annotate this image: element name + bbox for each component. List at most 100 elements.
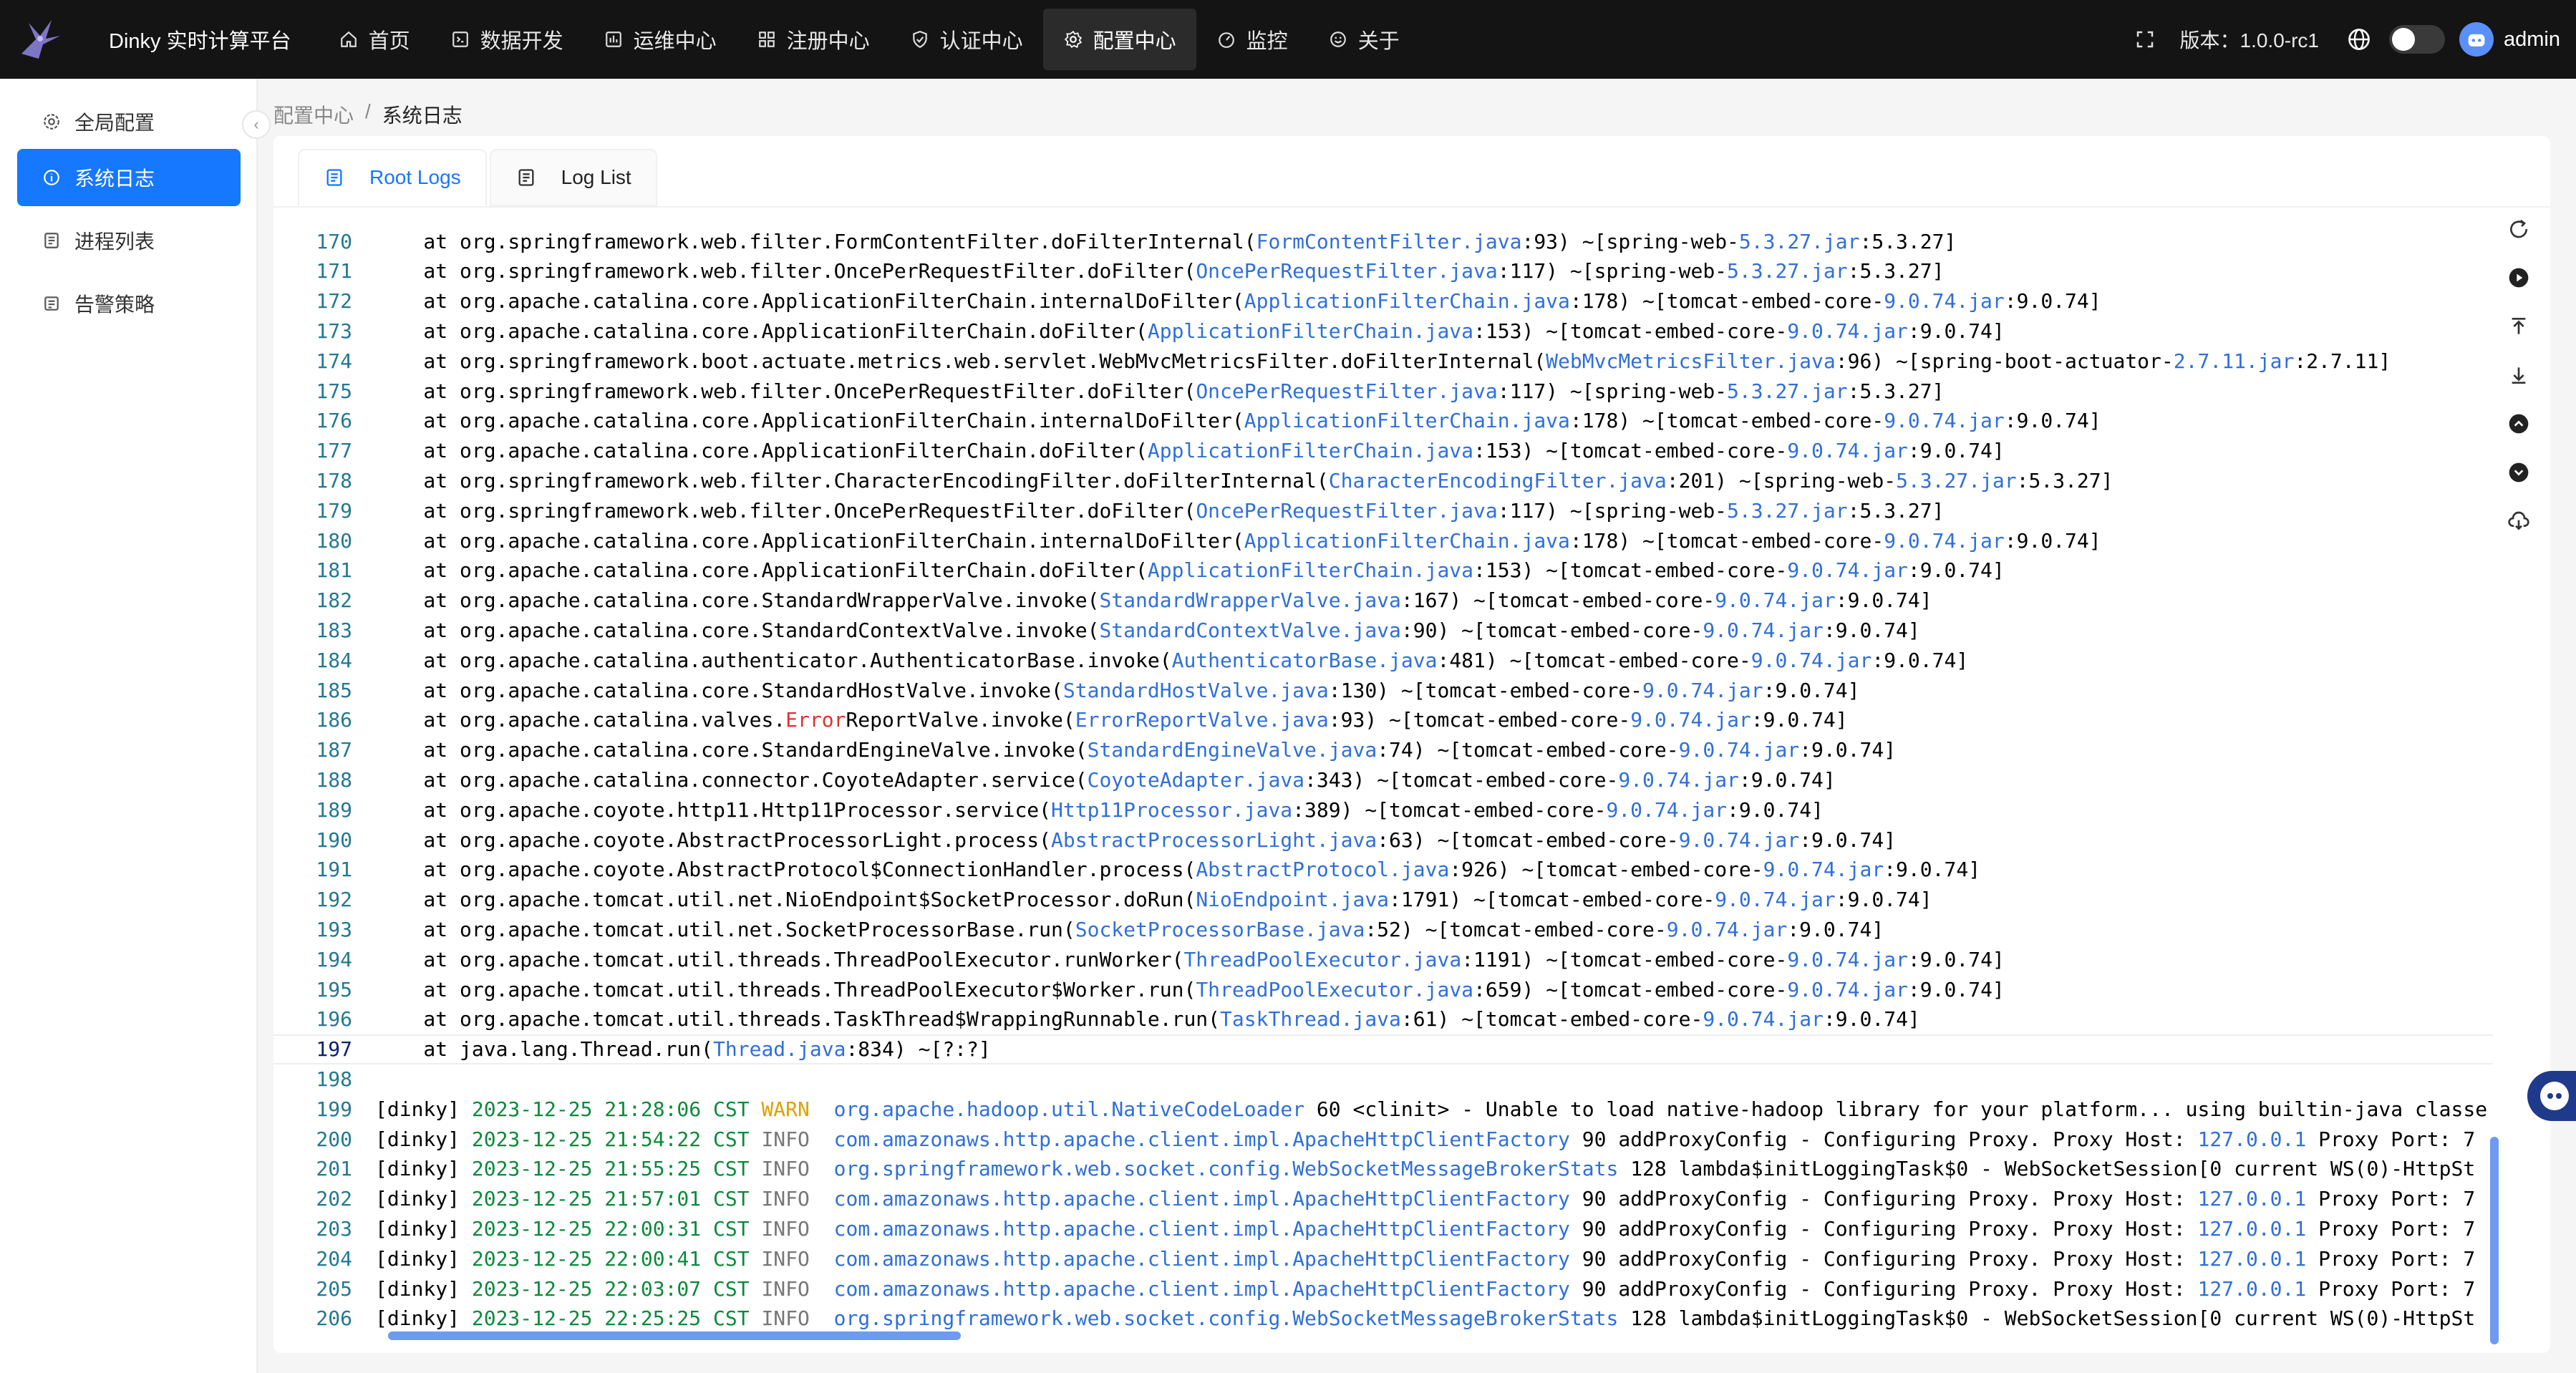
line-content: [dinky] 2023-12-25 21:57:01 CST INFO com… xyxy=(375,1187,2475,1211)
stack-frame-text: at org.apache.catalina.authenticator.Aut… xyxy=(375,648,1172,672)
stack-frame-text: at org.springframework.web.filter.OncePe… xyxy=(375,259,1196,283)
stack-frame-text: :63) ~[tomcat-embed-core- xyxy=(1377,828,1679,852)
stack-frame-text: at org.apache.catalina.connector.CoyoteA… xyxy=(375,767,1088,792)
stack-frame-text: :52) ~[tomcat-embed-core- xyxy=(1365,917,1667,941)
breadcrumb-parent[interactable]: 配置中心 xyxy=(273,100,354,129)
line-number: 174 xyxy=(316,349,352,373)
line-content: at org.apache.tomcat.util.threads.Thread… xyxy=(375,947,2004,971)
sidebar-item-system-log[interactable]: 系统日志 xyxy=(17,149,241,206)
nav-registry-center[interactable]: 注册中心 xyxy=(737,9,890,70)
line-number: 185 xyxy=(316,678,352,702)
main-nav: 首页 数据开发 运维中心 注册中心 认证中心 配置中心 监控 关于 xyxy=(319,0,1420,79)
stack-frame-text: at org.apache.catalina.core.StandardEngi… xyxy=(375,738,1088,762)
source-file-link: SocketProcessorBase.java xyxy=(1075,917,1365,941)
jar-version-link: 9.0.74.jar xyxy=(1678,738,1800,762)
log-line: 176 at org.apache.catalina.core.Applicat… xyxy=(273,406,2493,436)
editor-toolbar xyxy=(2504,215,2533,555)
stack-frame-text: at org.apache.catalina.core.StandardCont… xyxy=(375,618,1100,642)
nav-auth-center[interactable]: 认证中心 xyxy=(890,9,1043,70)
source-file-link: OncePerRequestFilter.java xyxy=(1196,259,1498,283)
avatar[interactable] xyxy=(2459,22,2494,57)
log-line: 181 at org.apache.catalina.core.Applicat… xyxy=(273,555,2493,586)
jar-version-link: 5.3.27.jar xyxy=(1896,468,2017,493)
jar-version-link: 9.0.74.jar xyxy=(1678,828,1800,852)
log-message: Proxy Port: 7 xyxy=(2306,1127,2476,1151)
log-line: 191 at org.apache.coyote.AbstractProtoco… xyxy=(273,855,2493,885)
logger-class: com.amazonaws.http.apache.client.impl.Ap… xyxy=(833,1127,1570,1151)
jar-version-link: 9.0.74.jar xyxy=(1751,648,1872,672)
sidebar-collapse-button[interactable]: ‹ xyxy=(242,110,271,139)
stack-frame-text: :201) ~[spring-web- xyxy=(1666,468,1897,493)
scroll-bottom-icon[interactable] xyxy=(2504,361,2533,389)
log-message: 90 addProxyConfig - Configuring Proxy. P… xyxy=(1569,1276,2198,1301)
download-icon[interactable] xyxy=(2504,507,2533,535)
sidebar-item-alert-policy[interactable]: 告警策略 xyxy=(17,275,241,332)
stack-frame-text: :9.0.74] xyxy=(1799,828,1897,852)
assistant-float-button[interactable] xyxy=(2527,1071,2576,1121)
play-icon[interactable] xyxy=(2504,263,2533,292)
stack-frame-text: at org.apache.catalina.core.ApplicationF… xyxy=(375,439,1148,463)
line-content: at org.apache.catalina.core.ApplicationF… xyxy=(375,558,2004,583)
line-number: 200 xyxy=(316,1127,352,1151)
theme-toggle[interactable] xyxy=(2389,25,2445,54)
log-message: Proxy Port: 7 xyxy=(2306,1187,2476,1211)
log-line: 170 at org.springframework.web.filter.Fo… xyxy=(273,226,2493,256)
line-number: 172 xyxy=(316,289,352,314)
sidebar: 全局配置 系统日志 进程列表 告警策略 ‹ xyxy=(0,79,271,1373)
dinky-logo[interactable] xyxy=(0,0,79,79)
username[interactable]: admin xyxy=(2504,28,2560,52)
line-number: 193 xyxy=(316,917,352,941)
log-timestamp: 2023-12-25 21:54:22 CST xyxy=(471,1127,750,1151)
stack-frame-text: :9.0.74] xyxy=(1835,588,1932,613)
jar-version-link: 9.0.74.jar xyxy=(1630,708,1751,732)
log-line: 195 at org.apache.tomcat.util.threads.Th… xyxy=(273,974,2493,1004)
sidebar-item-global-config[interactable]: 全局配置 xyxy=(17,93,241,150)
line-content: at org.apache.catalina.core.StandardHost… xyxy=(375,679,1859,702)
stack-frame-text: at org.apache.catalina.valves. xyxy=(375,708,786,732)
log-tag: [dinky] xyxy=(375,1097,472,1121)
log-timestamp: 2023-12-25 22:03:07 CST xyxy=(471,1276,750,1301)
tab-log-list[interactable]: Log List xyxy=(489,149,657,206)
log-line: 203 [dinky] 2023-12-25 22:00:31 CST INFO … xyxy=(273,1213,2493,1243)
nav-monitor[interactable]: 监控 xyxy=(1196,9,1308,70)
language-globe-icon[interactable] xyxy=(2346,26,2372,52)
line-number: 179 xyxy=(316,498,352,523)
stack-frame-text: :178) ~[tomcat-embed-core- xyxy=(1569,289,1884,314)
home-icon xyxy=(339,29,359,49)
stack-frame-text: :5.3.27] xyxy=(1847,379,1945,403)
line-content: [dinky] 2023-12-25 21:55:25 CST INFO org… xyxy=(375,1157,2475,1180)
stack-frame-text: :153) ~[tomcat-embed-core- xyxy=(1473,439,1788,463)
sidebar-item-process-list[interactable]: 进程列表 xyxy=(17,212,241,269)
stack-frame-text: at org.apache.catalina.core.ApplicationF… xyxy=(375,558,1148,583)
nav-ops-center[interactable]: 运维中心 xyxy=(584,9,737,70)
log-line: 198 xyxy=(273,1064,2493,1094)
horizontal-scrollbar[interactable] xyxy=(388,1331,961,1340)
nav-data-studio[interactable]: 数据开发 xyxy=(430,9,584,70)
arrow-up-icon[interactable] xyxy=(2504,409,2533,438)
stack-frame-text: :2.7.11] xyxy=(2294,349,2391,373)
log-tabs: Root Logs Log List xyxy=(298,149,660,206)
log-timestamp: 2023-12-25 21:57:01 CST xyxy=(471,1187,750,1211)
tab-root-logs[interactable]: Root Logs xyxy=(298,149,487,206)
arrow-down-icon[interactable] xyxy=(2504,458,2533,487)
stack-frame-text: :1191) ~[tomcat-embed-core- xyxy=(1461,947,1788,971)
log-tag: [dinky] xyxy=(375,1157,472,1181)
log-editor[interactable]: 170 at org.springframework.web.filter.Fo… xyxy=(273,218,2493,1334)
file-text-icon xyxy=(324,167,345,188)
nav-home[interactable]: 首页 xyxy=(319,9,430,70)
nav-about[interactable]: 关于 xyxy=(1308,9,1420,70)
log-line: 182 at org.apache.catalina.core.Standard… xyxy=(273,586,2493,616)
nav-config-center[interactable]: 配置中心 xyxy=(1042,9,1196,70)
log-message: 90 addProxyConfig - Configuring Proxy. P… xyxy=(1569,1246,2198,1271)
log-tag: [dinky] xyxy=(375,1187,472,1211)
nav-label: 数据开发 xyxy=(480,30,563,53)
scroll-top-icon[interactable] xyxy=(2504,312,2533,341)
stack-frame-text: :93) ~[tomcat-embed-core- xyxy=(1328,708,1631,732)
line-content: at org.apache.tomcat.util.net.NioEndpoin… xyxy=(375,888,1932,911)
fullscreen-icon[interactable] xyxy=(2134,29,2156,50)
hummingbird-logo-icon xyxy=(21,20,60,59)
line-content: at org.apache.tomcat.util.net.SocketProc… xyxy=(375,918,1884,941)
ip-address: 127.0.0.1 xyxy=(2197,1187,2307,1211)
refresh-icon[interactable] xyxy=(2504,215,2533,243)
vertical-scrollbar[interactable] xyxy=(2490,1137,2499,1344)
